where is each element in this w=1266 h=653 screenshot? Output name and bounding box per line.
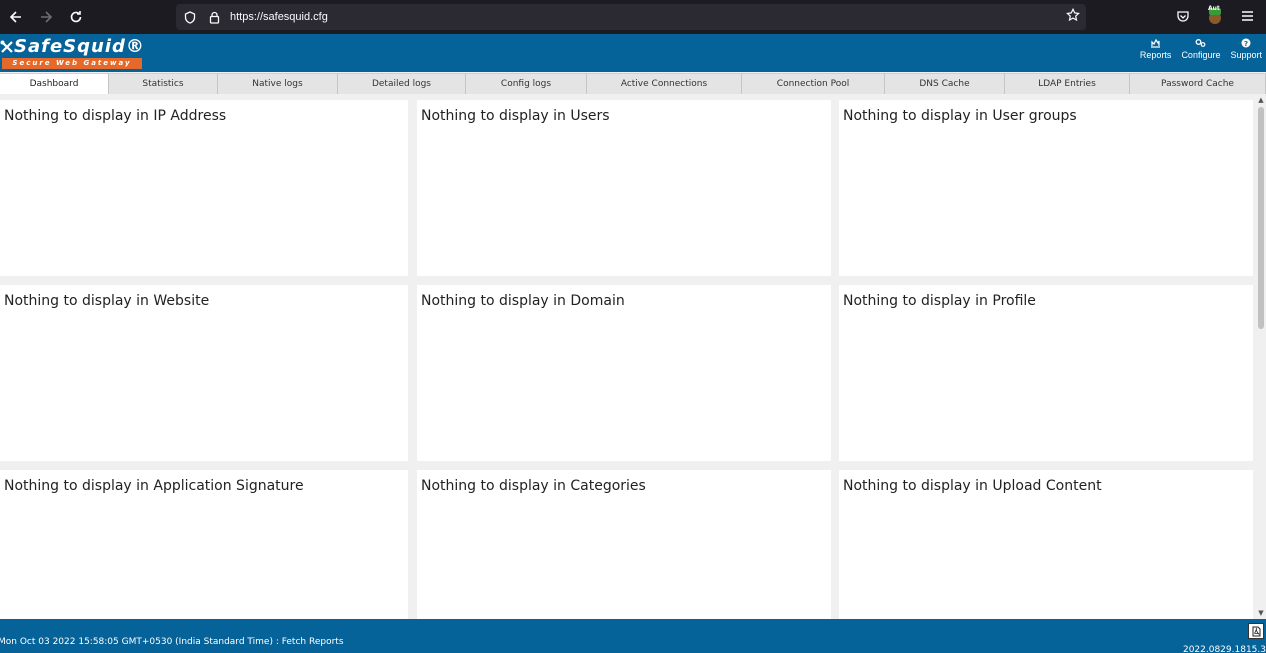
tab-password-cache[interactable]: Password Cache bbox=[1130, 73, 1266, 94]
tab-statistics[interactable]: Statistics bbox=[109, 73, 218, 94]
tab-native-logs[interactable]: Native logs bbox=[218, 73, 338, 94]
reports-label: Reports bbox=[1139, 50, 1172, 60]
back-icon[interactable] bbox=[2, 3, 30, 31]
browser-right-tools: Aut bbox=[1172, 3, 1258, 29]
support-button[interactable]: ? Support bbox=[1230, 38, 1262, 60]
extension-badge: Aut bbox=[1208, 5, 1220, 12]
logo-subtitle: Secure Web Gateway bbox=[2, 58, 142, 69]
app-header: SafeSquid® Secure Web Gateway Reports Co… bbox=[0, 34, 1266, 72]
star-icon[interactable] bbox=[1066, 7, 1080, 26]
panel-title: Nothing to display in User groups bbox=[843, 108, 1077, 124]
vertical-scrollbar[interactable]: ▲ ▼ bbox=[1256, 95, 1266, 619]
safesquid-logo[interactable]: SafeSquid® Secure Web Gateway bbox=[0, 36, 144, 70]
panel-title: Nothing to display in Users bbox=[421, 108, 610, 124]
url-bar[interactable]: https://safesquid.cfg bbox=[176, 4, 1086, 30]
scroll-up-icon[interactable]: ▲ bbox=[1257, 96, 1265, 104]
reports-button[interactable]: Reports bbox=[1139, 38, 1172, 60]
forward-icon[interactable] bbox=[32, 3, 60, 31]
shield-icon[interactable] bbox=[180, 10, 200, 24]
configure-button[interactable]: Configure bbox=[1181, 38, 1220, 60]
scroll-down-icon[interactable]: ▼ bbox=[1257, 609, 1265, 617]
header-actions: Reports Configure ? Support bbox=[1140, 38, 1262, 60]
panel-title: Nothing to display in Categories bbox=[421, 478, 646, 494]
tab-config-logs[interactable]: Config logs bbox=[466, 73, 587, 94]
logo-title: SafeSquid® bbox=[14, 36, 145, 57]
main-tabs: Dashboard Statistics Native logs Detaile… bbox=[0, 73, 1266, 94]
browser-toolbar: https://safesquid.cfg Aut bbox=[0, 0, 1266, 34]
tab-dashboard[interactable]: Dashboard bbox=[0, 73, 109, 94]
version-text: 2022.0829.1815.3 bbox=[1182, 645, 1266, 653]
status-text: Mon Oct 03 2022 15:58:05 GMT+0530 (India… bbox=[0, 637, 344, 647]
url-text[interactable]: https://safesquid.cfg bbox=[230, 11, 328, 23]
tab-ldap-entries[interactable]: LDAP Entries bbox=[1005, 73, 1130, 94]
support-icon: ? bbox=[1241, 38, 1251, 50]
panel-title: Nothing to display in Website bbox=[4, 293, 210, 309]
extension-icon[interactable]: Aut bbox=[1204, 3, 1226, 29]
configure-label: Configure bbox=[1181, 50, 1221, 60]
reports-icon bbox=[1150, 38, 1161, 50]
panel-ip-address: Nothing to display in IP Address bbox=[0, 100, 408, 276]
menu-icon[interactable] bbox=[1236, 3, 1258, 29]
lock-icon[interactable] bbox=[204, 11, 224, 24]
support-label: Support bbox=[1230, 50, 1262, 60]
scroll-thumb[interactable] bbox=[1258, 107, 1264, 329]
panel-application-signature: Nothing to display in Application Signat… bbox=[0, 470, 408, 619]
panel-user-groups: Nothing to display in User groups bbox=[839, 100, 1253, 276]
tab-active-connections[interactable]: Active Connections bbox=[587, 73, 742, 94]
tab-detailed-logs[interactable]: Detailed logs bbox=[338, 73, 466, 94]
panel-domain: Nothing to display in Domain bbox=[417, 285, 831, 461]
configure-icon bbox=[1195, 38, 1206, 50]
panel-title: Nothing to display in Profile bbox=[843, 293, 1036, 309]
panel-title: Nothing to display in Domain bbox=[421, 293, 625, 309]
svg-text:?: ? bbox=[1244, 40, 1248, 48]
wrench-icon bbox=[0, 40, 14, 58]
reload-icon[interactable] bbox=[62, 3, 90, 31]
panel-title: Nothing to display in Application Signat… bbox=[4, 478, 304, 494]
panel-categories: Nothing to display in Categories bbox=[417, 470, 831, 619]
tab-dns-cache[interactable]: DNS Cache bbox=[885, 73, 1005, 94]
panel-users: Nothing to display in Users bbox=[417, 100, 831, 276]
pocket-icon[interactable] bbox=[1172, 3, 1194, 29]
panel-upload-content: Nothing to display in Upload Content bbox=[839, 470, 1253, 619]
tab-connection-pool[interactable]: Connection Pool bbox=[742, 73, 885, 94]
panel-title: Nothing to display in Upload Content bbox=[843, 478, 1102, 494]
panel-website: Nothing to display in Website bbox=[0, 285, 408, 461]
pdf-icon[interactable] bbox=[1248, 623, 1264, 639]
panel-profile: Nothing to display in Profile bbox=[839, 285, 1253, 461]
status-footer: Mon Oct 03 2022 15:58:05 GMT+0530 (India… bbox=[0, 619, 1266, 653]
panel-title: Nothing to display in IP Address bbox=[4, 108, 227, 124]
